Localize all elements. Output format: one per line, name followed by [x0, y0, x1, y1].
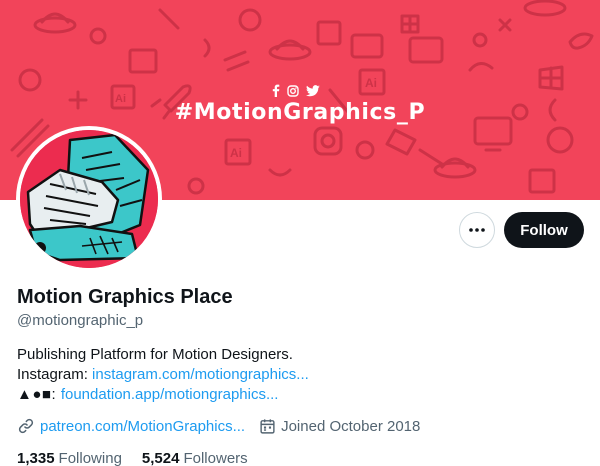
twitter-icon [306, 84, 320, 96]
following-label: Following [58, 450, 122, 466]
profile-avatar[interactable] [16, 126, 162, 272]
calendar-icon [260, 418, 275, 434]
svg-text:Ai: Ai [365, 76, 377, 90]
profile-handle: @motiongraphic_p [17, 312, 144, 329]
follow-button[interactable]: Follow [504, 212, 584, 248]
banner-social-icons [272, 84, 320, 97]
joined-date: Joined October 2018 [281, 417, 421, 435]
followers-count: 5,524 [141, 450, 180, 466]
website-item: patreon.com/MotionGraphics... [17, 417, 245, 435]
profile-stats: 1,335 Following 5,524 Followers [17, 450, 248, 466]
following-count: 1,335 [17, 450, 55, 466]
svg-text:Ai: Ai [230, 146, 242, 160]
handshake-illustration [20, 130, 158, 268]
followers-label: Followers [183, 450, 248, 466]
facebook-icon [272, 84, 280, 97]
banner-hashtag: #MotionGraphics_P [174, 100, 426, 125]
profile-display-name: Motion Graphics Place [17, 286, 233, 308]
instagram-link[interactable]: instagram.com/motiongraphics... [92, 366, 309, 383]
bio-line: Publishing Platform for Motion Designers… [17, 346, 293, 363]
followers-stat[interactable]: 5,524 Followers [142, 450, 248, 466]
more-options-button[interactable] [459, 212, 495, 248]
profile-meta: patreon.com/MotionGraphics... Joined Oct… [17, 417, 420, 435]
profile-bio: Publishing Platform for Motion Designers… [17, 345, 309, 405]
foundation-link[interactable]: foundation.app/motiongraphics... [61, 386, 279, 403]
instagram-icon [287, 84, 299, 97]
more-horizontal-icon [469, 228, 485, 232]
joined-item: Joined October 2018 [259, 418, 420, 435]
bio-line: Instagram: instagram.com/motiongraphics.… [17, 365, 309, 385]
link-icon [18, 418, 34, 434]
bio-instagram-label: Instagram: [17, 366, 93, 383]
following-stat[interactable]: 1,335 Following [17, 450, 122, 466]
website-link[interactable]: patreon.com/MotionGraphics... [40, 418, 245, 435]
avatar-image [20, 130, 158, 268]
bio-line: ▲●■: foundation.app/motiongraphics... [17, 385, 309, 405]
bio-foundation-label: ▲●■: [17, 386, 61, 403]
